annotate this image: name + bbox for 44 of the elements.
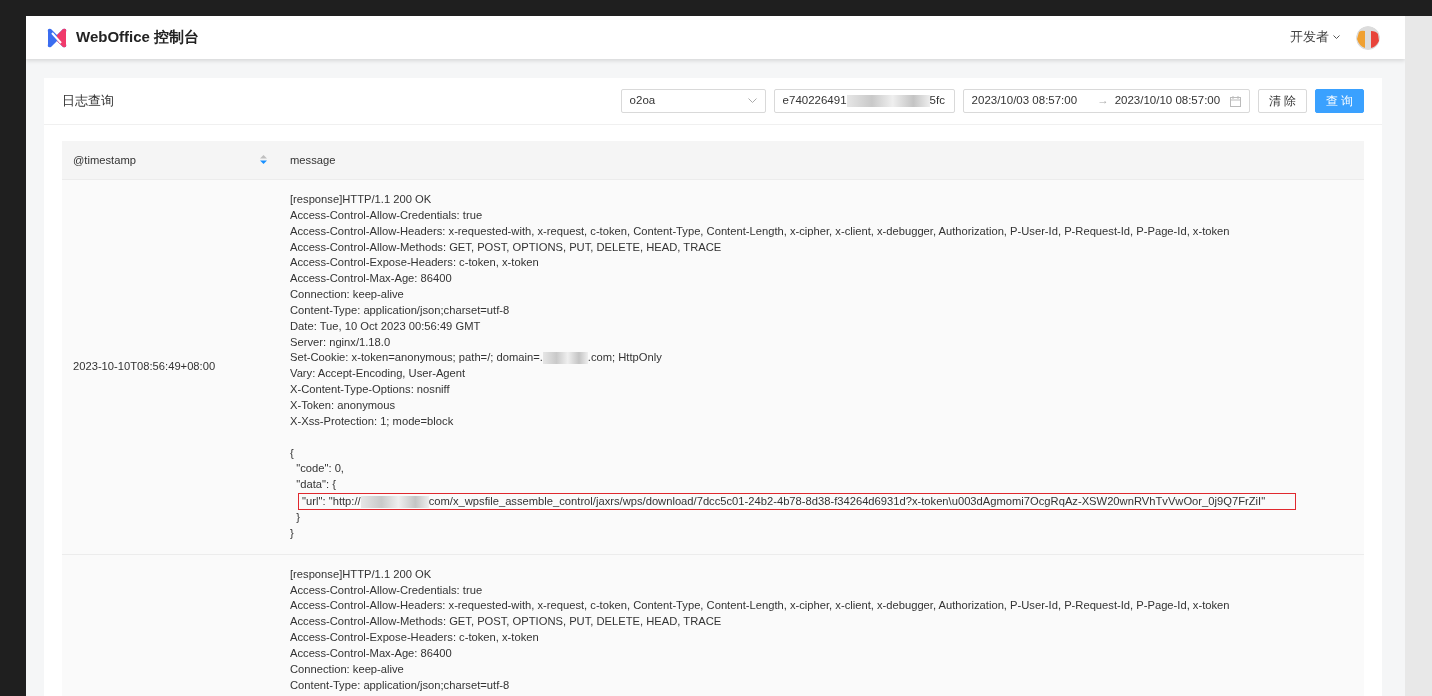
date-range-field[interactable]: 2023/10/03 08:57:00 → 2023/10/10 08:57:00 (962, 89, 1250, 113)
log-line: Access-Control-Allow-Methods: GET, POST, OPTIONS, PUT, DELETE, HEAD, TRACE (290, 239, 723, 255)
log-line: "code": 0, (295, 461, 345, 477)
logo-icon (46, 27, 68, 48)
log-line: Content-Type: application/json;charset=utf-8 (290, 677, 511, 693)
clear-button[interactable]: 清 除 (1257, 89, 1307, 113)
avatar-icon[interactable] (1356, 25, 1380, 50)
panel-title: 日志查询 (62, 92, 114, 110)
log-line: } (290, 525, 295, 541)
app-title: WebOffice 控制台 (76, 27, 200, 48)
user-menu[interactable]: 开发者 (1290, 28, 1329, 47)
app-select[interactable]: o2oa (620, 89, 766, 113)
log-line: X-Xss-Protection: 1; mode=block (290, 413, 455, 429)
log-line: Access-Control-Allow-Headers: x-requested-with, x-request, c-token, Content-Type, Content-Length, x-cipher, x-client, x-debugger, Authorization, P-User-Id, P-Request-Id, P-Page-Id, x-token (290, 598, 1231, 614)
log-line: [response]HTTP/1.1 200 OK (290, 192, 433, 207)
log-line: Access-Control-Max-Age: 86400 (290, 645, 453, 661)
log-line: Access-Control-Allow-Credentials: true (290, 207, 484, 223)
log-line: Set-Cookie: x-token=anonymous; path=/; domain=. .com; HttpOnly (290, 350, 663, 367)
scrollbar[interactable] (1405, 16, 1432, 696)
column-header: message (290, 153, 336, 166)
log-line: Connection: keep-alive (290, 661, 405, 677)
calendar-icon (1229, 95, 1241, 107)
log-line: Access-Control-Max-Age: 86400 (290, 271, 453, 287)
log-line: Vary: Accept-Encoding, User-Agent (290, 366, 467, 382)
log-line: Access-Control-Expose-Headers: c-token, x-token (290, 255, 540, 271)
log-line: } (295, 510, 301, 526)
chevron-icon (1333, 35, 1340, 40)
table-cell: 2023-10-10T08:56:49+08:00 (73, 360, 216, 373)
log-line: [response]HTTP/1.1 200 OK (290, 566, 433, 582)
id-field[interactable]: e740226491 5fc (773, 89, 955, 113)
log-line: { (290, 445, 295, 461)
log-line: Content-Type: application/json;charset=utf-8 (290, 302, 511, 318)
log-line: Access-Control-Allow-Headers: x-requested-with, x-request, c-token, Content-Type, Content-Length, x-cipher, x-client, x-debugger, Authorization, P-User-Id, P-Request-Id, P-Page-Id, x-token (290, 223, 1231, 239)
log-line: Access-Control-Allow-Methods: GET, POST, OPTIONS, PUT, DELETE, HEAD, TRACE (290, 614, 723, 630)
log-line: Date: Tue, 10 Oct 2023 00:56:49 GMT (290, 318, 482, 334)
log-line: Access-Control-Allow-Credentials: true (290, 582, 484, 598)
column-header: @timestamp (73, 152, 136, 168)
log-line: Connection: keep-alive (290, 287, 405, 303)
chevron-icon (747, 98, 757, 104)
log-line: Server: nginx/1.18.0 (290, 334, 392, 350)
log-line: Access-Control-Expose-Headers: c-token, x-token (290, 630, 540, 646)
log-line: X-Content-Type-Options: nosniff (290, 382, 451, 398)
log-line: X-Token: anonymous (290, 397, 397, 413)
log-line: "data": { (295, 477, 337, 493)
